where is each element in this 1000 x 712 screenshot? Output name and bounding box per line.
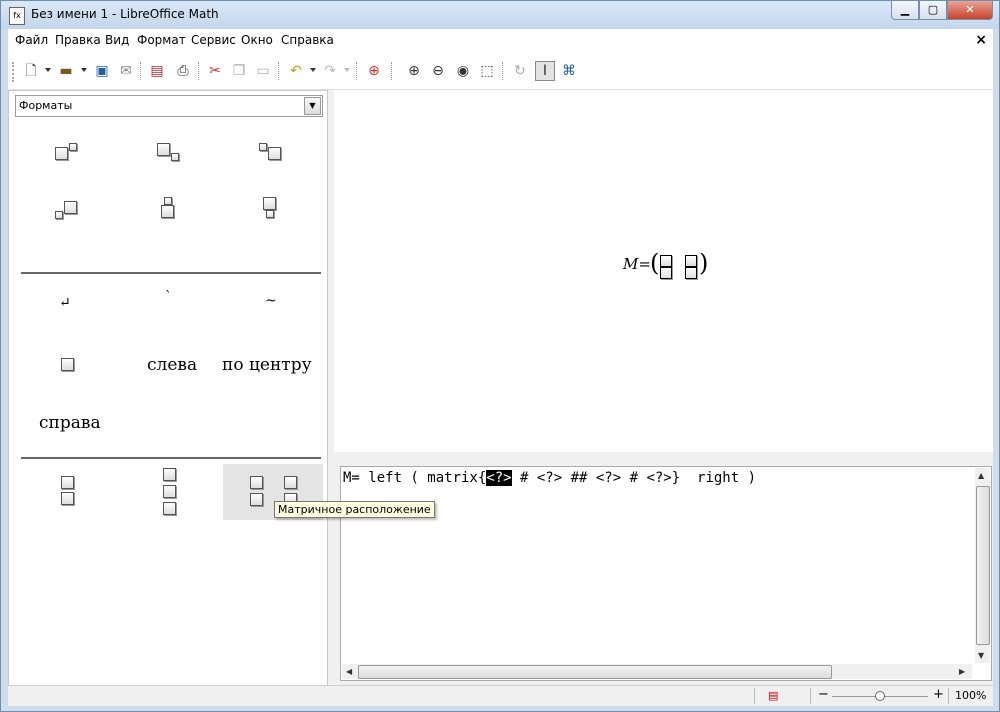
zoom-in-icon[interactable]: + [933,687,944,702]
menu-view[interactable]: Вид [105,33,129,47]
undo-dropdown-icon[interactable] [310,68,316,72]
element-newline[interactable]: ↵ [17,279,117,335]
toolbar-grip[interactable] [12,62,16,82]
formula-cursor-icon[interactable]: I [535,61,555,81]
menu-tools[interactable]: Сервис [191,33,236,47]
category-select[interactable]: Форматы ▼ [15,95,323,117]
close-icon[interactable]: ✕ [947,1,993,20]
menu-file[interactable]: Файл [15,33,48,47]
open-icon[interactable]: ▬ [57,62,75,80]
command-editor[interactable]: M= left ( matrix{<?> # <?> ## <?> # <?>}… [340,466,992,681]
element-lsup[interactable] [221,125,321,181]
category-select-value: Форматы [19,99,73,112]
code-after: # <?> ## <?> # <?>} right ) [511,470,757,486]
align-left-label: слева [147,355,198,375]
align-center-label: по центру [222,355,312,375]
vertical-scroll-thumb[interactable] [976,486,990,645]
element-nospace[interactable] [17,339,117,395]
app-window: fx Без имени 1 - LibreOffice Math ▁ ▢ ✕ … [0,0,1000,712]
rendered-formula: M= ( ) [623,249,709,279]
help-icon[interactable]: ⊕ [365,62,383,80]
app-icon: fx [9,7,25,25]
zoom-in-icon[interactable]: ⊕ [405,62,423,80]
print-icon[interactable]: ⎙ [174,62,192,80]
element-csup[interactable] [119,183,219,239]
element-lsub[interactable] [17,183,117,239]
vertical-scrollbar[interactable]: ▲ ▼ [975,468,990,663]
maximize-icon[interactable]: ▢ [919,1,947,20]
element-align-left[interactable]: слева [119,339,219,395]
copy-icon[interactable]: ❐ [230,62,248,80]
menu-bar: Файл Правка Вид Формат Сервис Окно Справ… [8,29,993,53]
zoom-slider-knob[interactable] [875,691,885,701]
standard-toolbar: 🗋 ▬ ▣ ✉ ▤ ⎙ ✂ ❐ ▭ ↶ ↷ ⊕ ⊕ ⊖ ◉ ⬚ ↻ I ⌘ [8,53,993,90]
cut-icon[interactable]: ✂ [206,62,224,80]
element-align-right[interactable]: справа [17,397,117,453]
open-dropdown-icon[interactable] [81,68,87,72]
element-align-center[interactable]: по центру [221,339,321,395]
chevron-down-icon[interactable]: ▼ [304,97,321,115]
close-document-icon[interactable]: × [975,32,987,48]
undo-icon[interactable]: ↶ [287,62,305,80]
zoom-out-icon[interactable]: ⊖ [429,62,447,80]
zoom-100-icon[interactable]: ◉ [454,62,472,80]
horizontal-splitter[interactable] [334,452,993,466]
element-csub[interactable] [221,183,321,239]
title-bar[interactable]: fx Без имени 1 - LibreOffice Math ▁ ▢ ✕ [1,1,999,29]
element-rsub[interactable] [119,125,219,181]
element-blank-space[interactable]: ~ [221,279,321,335]
symbols-icon[interactable]: ⌘ [560,62,578,80]
element-rsup[interactable] [17,125,117,181]
document-modified-icon[interactable]: ▤ [768,689,778,702]
code-selected-placeholder[interactable]: <?> [486,470,512,486]
minimize-icon[interactable]: ▁ [891,1,919,20]
divider [21,457,321,459]
export-pdf-icon[interactable]: ▤ [148,62,166,80]
paste-icon[interactable]: ▭ [254,62,272,80]
scroll-right-icon[interactable]: ▶ [959,667,965,676]
divider [21,272,321,274]
zoom-level[interactable]: 100% [955,689,986,702]
element-small-space[interactable]: ` [119,279,219,335]
elements-panel: Форматы ▼ ↵ ` ~ слева по центру справа [8,90,328,687]
status-bar: ▤ − + 100% [8,685,993,706]
redo-dropdown-icon[interactable] [344,68,350,72]
new-icon[interactable]: 🗋 [22,62,40,80]
align-right-label: справа [39,413,101,433]
code-before: M= left ( matrix{ [343,470,487,486]
update-icon[interactable]: ↻ [511,62,529,80]
client-area: Файл Правка Вид Формат Сервис Окно Справ… [8,29,993,706]
menu-window[interactable]: Окно [241,33,273,47]
zoom-out-icon[interactable]: − [818,687,829,702]
menu-help[interactable]: Справка [281,33,334,47]
formula-lhs: M [623,255,639,273]
element-binom[interactable] [17,464,117,520]
menu-format[interactable]: Формат [137,33,186,47]
redo-icon[interactable]: ↷ [321,62,339,80]
menu-edit[interactable]: Правка [55,33,101,47]
horizontal-scroll-thumb[interactable] [358,665,832,679]
formula-code[interactable]: M= left ( matrix{<?> # <?> ## <?> # <?>}… [343,470,756,486]
horizontal-scrollbar[interactable]: ◀ ▶ [342,664,972,679]
scroll-up-icon[interactable]: ▲ [978,471,984,480]
save-icon[interactable]: ▣ [93,62,111,80]
formula-preview: M= ( ) [334,90,993,452]
scroll-left-icon[interactable]: ◀ [346,667,352,676]
scroll-down-icon[interactable]: ▼ [978,651,984,660]
new-dropdown-icon[interactable] [45,68,51,72]
window-title: Без имени 1 - LibreOffice Math [31,7,219,21]
element-stack[interactable] [119,464,219,520]
email-icon[interactable]: ✉ [117,62,135,80]
show-all-icon[interactable]: ⬚ [478,62,496,80]
tooltip: Матричное расположение [274,501,435,518]
